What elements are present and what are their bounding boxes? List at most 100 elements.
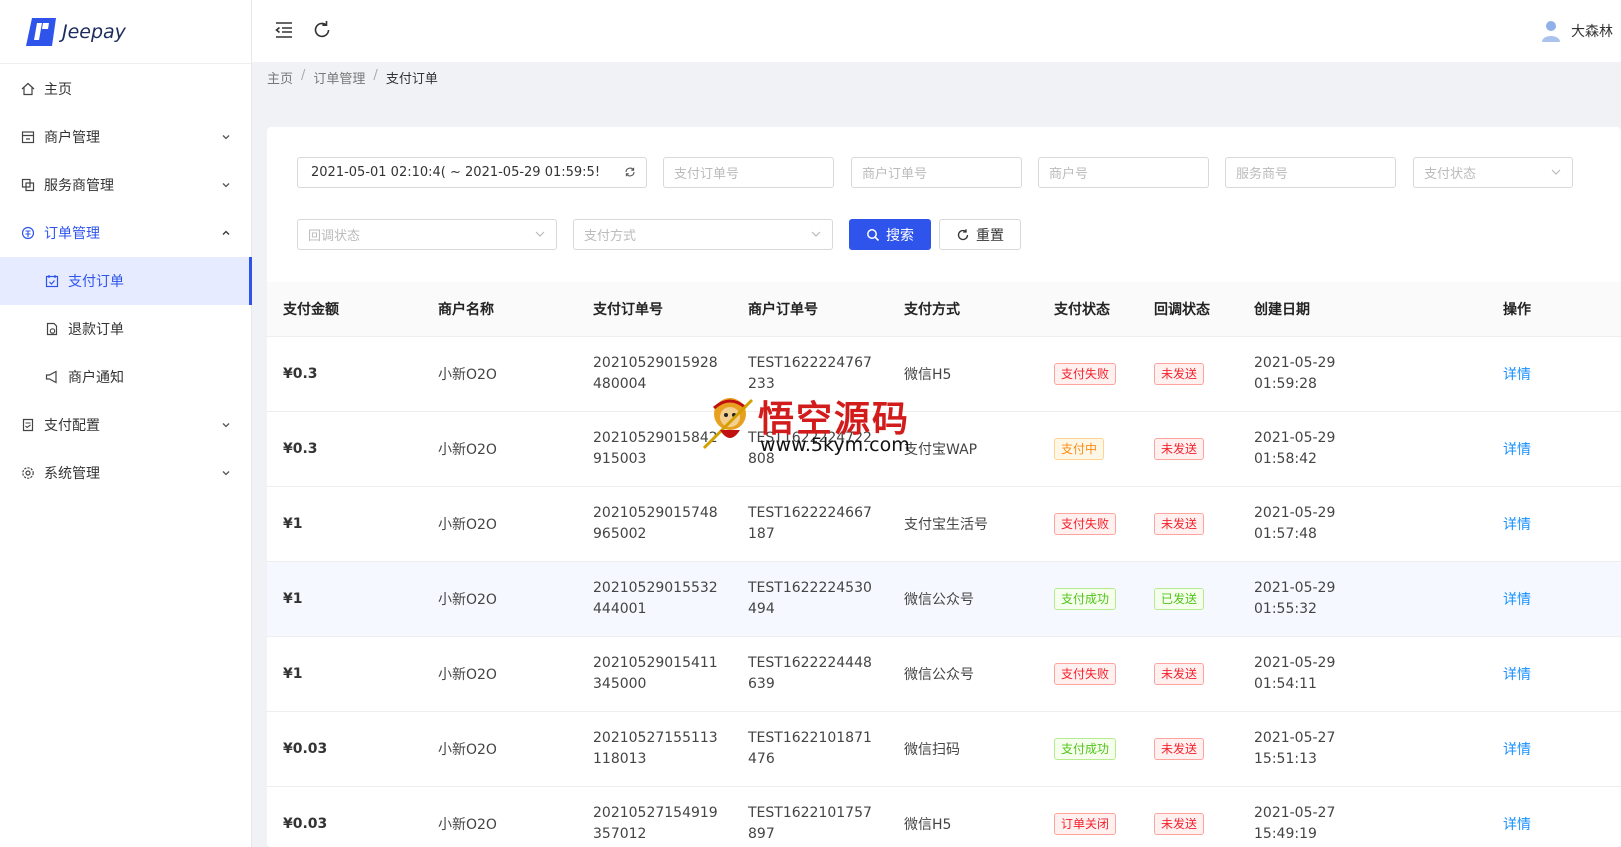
mch-order-no: TEST1622101757897 [748, 804, 872, 842]
sidebar-item-label: 订单管理 [44, 226, 100, 242]
created-time: 01:58:42 [1254, 450, 1317, 467]
detail-link[interactable]: 详情 [1503, 667, 1531, 683]
pay-way-cell: 微信公众号 [888, 636, 1038, 712]
action-cell: 详情 [1487, 411, 1621, 487]
notify-state-badge: 未发送 [1154, 437, 1205, 460]
notify-state-cell: 未发送 [1138, 486, 1238, 562]
pay-way-select[interactable]: 支付方式 [573, 219, 833, 250]
sidebar-item-merchant[interactable]: 商户管理 [0, 113, 251, 161]
pay-state-cell: 支付失败 [1038, 486, 1138, 562]
home-icon [20, 81, 36, 97]
mch-no-input[interactable]: 商户号 [1038, 157, 1209, 188]
copy-icon [20, 177, 36, 193]
detail-link[interactable]: 详情 [1503, 742, 1531, 758]
sidebar-item-pay-config[interactable]: 支付配置 [0, 401, 251, 449]
setting-icon [20, 465, 36, 481]
pay-order-no-input[interactable]: 支付订单号 [663, 157, 834, 188]
detail-link[interactable]: 详情 [1503, 592, 1531, 608]
sidebar-item-label: 支付订单 [68, 274, 124, 290]
column-header: 商户订单号 [732, 282, 888, 337]
notify-state-cell: 已发送 [1138, 561, 1238, 637]
menu-fold-icon[interactable] [272, 18, 296, 42]
pay-order-no-cell: 20210527155113118013 [577, 711, 732, 787]
chevron-down-icon [222, 183, 230, 188]
table-row: ¥1 小新O2O 20210529015748965002 TEST162222466… [267, 486, 1621, 562]
shop-icon [20, 129, 36, 145]
column-header: 支付订单号 [577, 282, 732, 337]
pay-order-table: 支付金额 商户名称 支付订单号 商户订单号 支付方式 支付状态 回调状态 创建日… [267, 282, 1621, 847]
created-time: 15:51:13 [1254, 750, 1317, 767]
detail-link[interactable]: 详情 [1503, 817, 1531, 833]
sync-icon[interactable] [624, 166, 636, 178]
sidebar-item-pay-orders[interactable]: 支付订单 [0, 257, 252, 305]
pay-order-no: 20210527155113118013 [593, 729, 718, 767]
sidebar-item-system[interactable]: 系统管理 [0, 449, 251, 497]
reload-icon[interactable] [310, 18, 334, 42]
calendar-icon [44, 273, 60, 289]
created-time: 01:59:28 [1254, 375, 1317, 392]
notify-state-badge: 未发送 [1154, 812, 1205, 835]
detail-link[interactable]: 详情 [1503, 367, 1531, 383]
column-header: 支付金额 [267, 282, 422, 337]
created-date: 2021-05-29 [1254, 654, 1336, 671]
sidebar-item-mch-notify[interactable]: 商户通知 [0, 353, 251, 401]
created-at-cell: 2021-05-29 01:55:32 [1238, 561, 1487, 637]
breadcrumb-orders[interactable]: 订单管理 [313, 68, 365, 87]
reset-button[interactable]: 重置 [939, 219, 1021, 250]
sidebar: Jeepay 主页 商户管理 服务商管理 订单管理 支付订单 退款订单 商户通知… [0, 0, 252, 847]
amount-cell: ¥0.03 [267, 786, 422, 847]
created-date: 2021-05-27 [1254, 729, 1336, 746]
notify-state-cell: 未发送 [1138, 411, 1238, 487]
file-sync-icon [44, 321, 60, 337]
notify-state-cell: 未发送 [1138, 711, 1238, 787]
pay-order-no: 20210529015748965002 [593, 504, 718, 542]
date-range-picker[interactable]: 2021-05-01 02:10:4( ~ 2021-05-29 01:59:5… [297, 157, 647, 188]
placeholder: 支付方式 [584, 229, 637, 244]
reload-icon [957, 228, 969, 240]
search-button[interactable]: 搜索 [849, 219, 931, 250]
pay-order-no-cell: 20210529015532444001 [577, 561, 732, 637]
avatar [1542, 21, 1560, 42]
date-range-value: 2021-05-01 02:10:4( ~ 2021-05-29 01:59:5… [311, 165, 601, 180]
chevron-down-icon [535, 231, 545, 237]
sidebar-item-isv[interactable]: 服务商管理 [0, 161, 251, 209]
pay-state-select[interactable]: 支付状态 [1413, 157, 1573, 188]
notify-state-badge: 未发送 [1154, 512, 1205, 535]
user-menu[interactable]: 大森林 [1541, 19, 1613, 43]
amount-cell: ¥1 [267, 486, 422, 562]
notify-state-badge: 未发送 [1154, 737, 1205, 760]
pay-state-badge: 支付失败 [1054, 662, 1117, 685]
pay-order-no-cell: 20210529015411345000 [577, 636, 732, 712]
chevron-down-icon [222, 423, 230, 428]
mch-order-no-input[interactable]: 商户订单号 [851, 157, 1022, 188]
breadcrumb-home[interactable]: 主页 [267, 68, 293, 87]
logo[interactable]: Jeepay [0, 0, 251, 64]
detail-link[interactable]: 详情 [1503, 442, 1531, 458]
notify-state-select[interactable]: 回调状态 [297, 219, 557, 250]
pay-order-no: 20210527154919357012 [593, 804, 718, 842]
action-cell: 详情 [1487, 786, 1621, 847]
sidebar-item-label: 支付配置 [44, 418, 100, 434]
sidebar-item-label: 服务商管理 [44, 178, 114, 194]
mch-order-no-cell: TEST1622101871476 [732, 711, 888, 787]
search-button-label: 搜索 [886, 227, 914, 244]
placeholder: 商户订单号 [862, 167, 928, 182]
created-date: 2021-05-27 [1254, 804, 1336, 821]
pay-state-badge: 支付失败 [1054, 512, 1117, 535]
mch-order-no: TEST1622224448639 [748, 654, 872, 692]
detail-link[interactable]: 详情 [1503, 517, 1531, 533]
sidebar-item-home[interactable]: 主页 [0, 65, 251, 113]
file-done-icon [20, 417, 36, 433]
notify-state-cell: 未发送 [1138, 636, 1238, 712]
sidebar-item-label: 主页 [44, 82, 72, 98]
pay-state-badge: 订单关闭 [1054, 812, 1117, 835]
sidebar-item-refund-orders[interactable]: 退款订单 [0, 305, 251, 353]
notify-state-cell: 未发送 [1138, 336, 1238, 412]
sidebar-item-orders[interactable]: 订单管理 [0, 209, 251, 257]
pay-state-badge: 支付失败 [1054, 362, 1117, 385]
isv-no-input[interactable]: 服务商号 [1225, 157, 1396, 188]
top-header: 大森林 [252, 0, 1621, 62]
column-header: 商户名称 [422, 282, 577, 337]
pay-state-cell: 支付中 [1038, 411, 1138, 487]
table-row: ¥0.03 小新O2O 20210527154919357012 TEST162210… [267, 786, 1621, 847]
